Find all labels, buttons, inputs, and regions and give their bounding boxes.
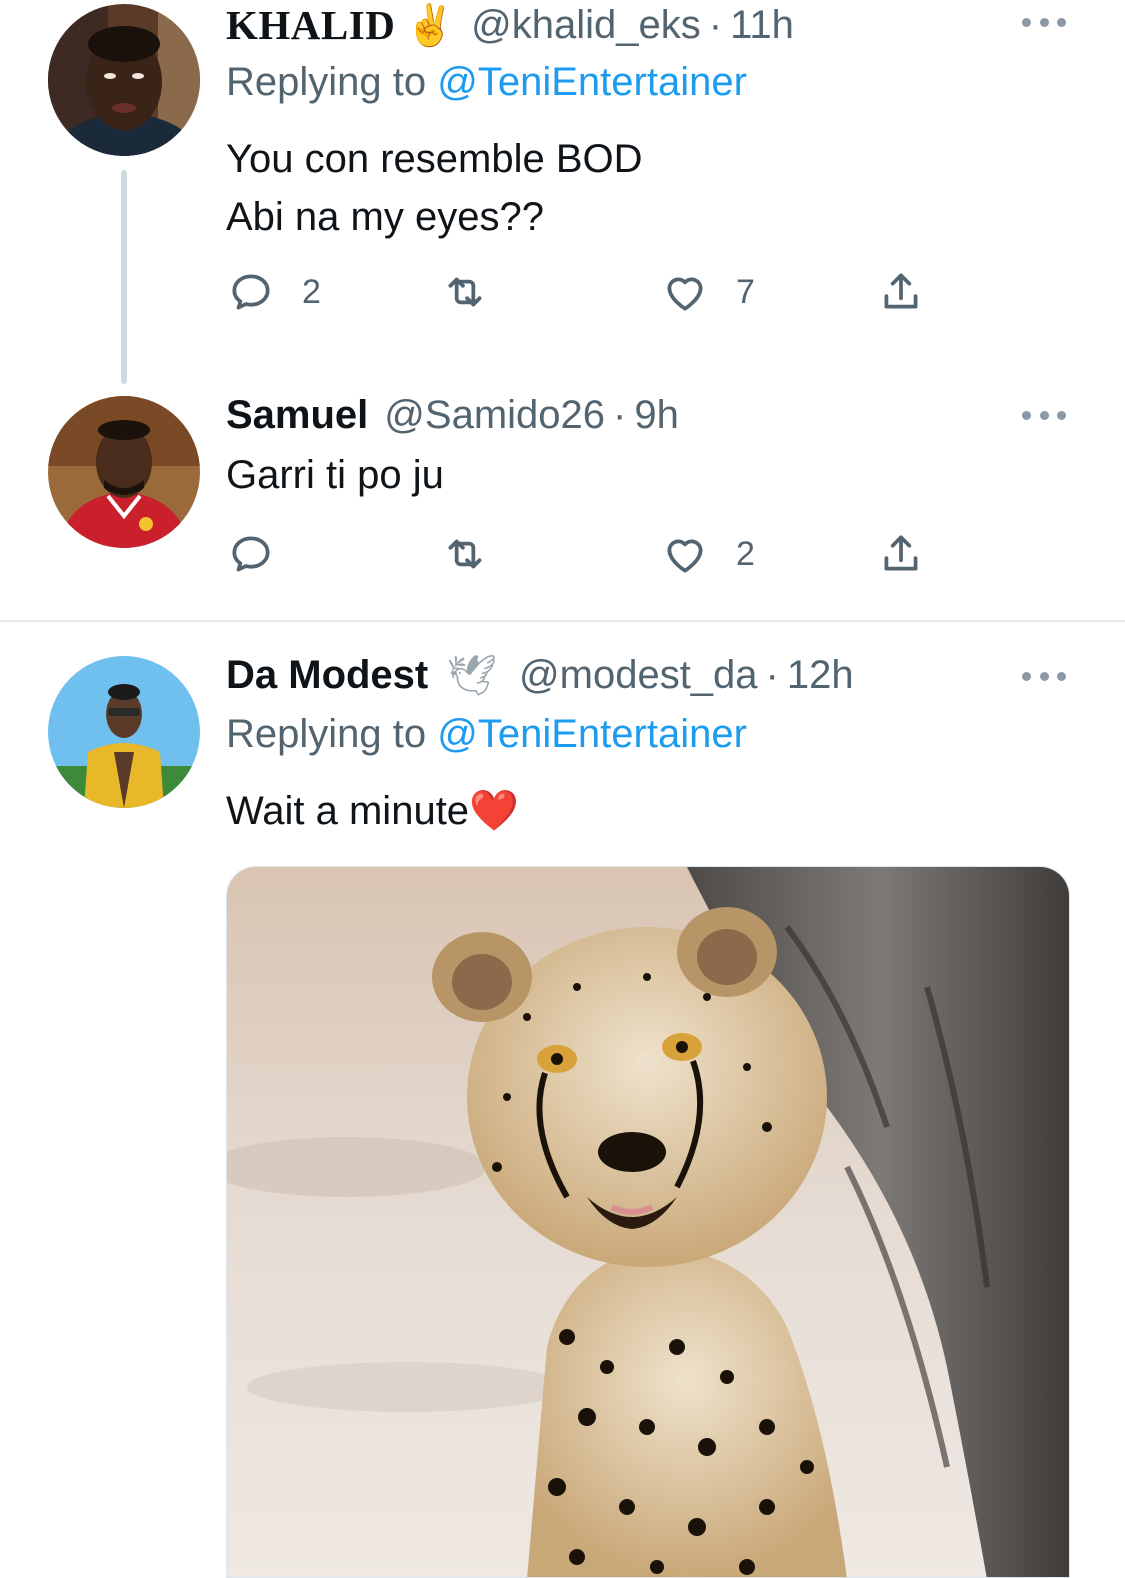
avatar-samuel[interactable]: [48, 396, 200, 548]
tweet-text-line: You con resemble BOD: [226, 137, 643, 181]
tweet-media-image[interactable]: [226, 866, 1070, 1578]
avatar-da-modest[interactable]: [48, 656, 200, 808]
tweet-text: Wait a minute❤️: [226, 782, 519, 840]
avatar-khalid[interactable]: [48, 4, 200, 156]
share-icon: [884, 273, 918, 309]
more-options-icon[interactable]: [1022, 409, 1066, 421]
tweet-text: Garri ti po ju: [226, 446, 444, 504]
tweet-khalid[interactable]: KHALID ✌ @khalid_eks · 11h Replying to @…: [0, 0, 1125, 384]
retweet-icon: [448, 277, 482, 307]
display-name[interactable]: Da Modest: [226, 653, 428, 698]
victory-hand-emoji-icon: ✌: [405, 3, 456, 48]
retweet-button[interactable]: [440, 530, 516, 578]
tweet-text-line: Garri ti po ju: [226, 453, 444, 497]
replying-to-prefix: Replying to: [226, 60, 427, 104]
timestamp[interactable]: 9h: [634, 393, 679, 438]
more-options-icon[interactable]: [1022, 16, 1066, 28]
replying-to-mention[interactable]: @TeniEntertainer: [437, 60, 747, 104]
reply-button[interactable]: 2: [226, 268, 321, 316]
heart-icon: [667, 277, 703, 311]
like-count: 2: [736, 534, 755, 573]
replying-to-mention[interactable]: @TeniEntertainer: [437, 712, 747, 756]
tweet-header: Da Modest 🕊 @modest_da · 12h: [226, 650, 854, 700]
retweet-icon: [448, 539, 482, 569]
reply-icon: [232, 536, 270, 572]
replying-to-line: Replying to @TeniEntertainer: [226, 712, 747, 757]
tweet-header: KHALID ✌ @khalid_eks · 11h: [226, 0, 794, 50]
tweet-header: Samuel @Samido26 · 9h: [226, 390, 679, 440]
thread-connector-line: [121, 170, 127, 384]
share-icon: [884, 535, 918, 571]
user-handle[interactable]: @Samido26: [384, 393, 605, 438]
reply-button[interactable]: [226, 530, 302, 578]
reply-count: 2: [302, 272, 321, 311]
retweet-button[interactable]: [440, 268, 516, 316]
display-name[interactable]: Samuel: [226, 393, 368, 438]
red-heart-emoji-icon: ❤️: [469, 789, 519, 833]
heart-icon: [667, 539, 703, 573]
action-bar: 2 7: [226, 268, 946, 316]
share-button[interactable]: [876, 268, 926, 316]
cheetah-photo-icon: [227, 867, 1069, 1577]
replying-to-line: Replying to @TeniEntertainer: [226, 60, 747, 105]
user-handle[interactable]: @modest_da: [519, 653, 758, 698]
separator-dot: ·: [613, 392, 627, 437]
tweet-text-line: Wait a minute: [226, 789, 470, 833]
timestamp[interactable]: 11h: [730, 3, 794, 48]
more-options-icon[interactable]: [1022, 670, 1066, 682]
share-button[interactable]: [876, 530, 926, 578]
tweet-text: You con resemble BOD Abi na my eyes??: [226, 130, 643, 246]
replying-to-prefix: Replying to: [226, 712, 427, 756]
action-bar: 2: [226, 530, 946, 578]
timestamp[interactable]: 12h: [787, 653, 854, 698]
like-button[interactable]: 7: [660, 268, 755, 316]
like-count: 7: [736, 272, 755, 311]
dove-emoji-icon: 🕊: [446, 653, 498, 698]
tweet-samuel[interactable]: Samuel @Samido26 · 9h Garri ti po ju 2: [0, 384, 1125, 620]
tweet-text-line: Abi na my eyes??: [226, 195, 544, 239]
separator-dot: ·: [708, 2, 723, 47]
display-name[interactable]: KHALID: [226, 1, 395, 49]
user-handle[interactable]: @khalid_eks: [471, 3, 701, 48]
like-button[interactable]: 2: [660, 530, 755, 578]
separator-dot: ·: [765, 652, 779, 697]
reply-icon: [232, 274, 270, 310]
